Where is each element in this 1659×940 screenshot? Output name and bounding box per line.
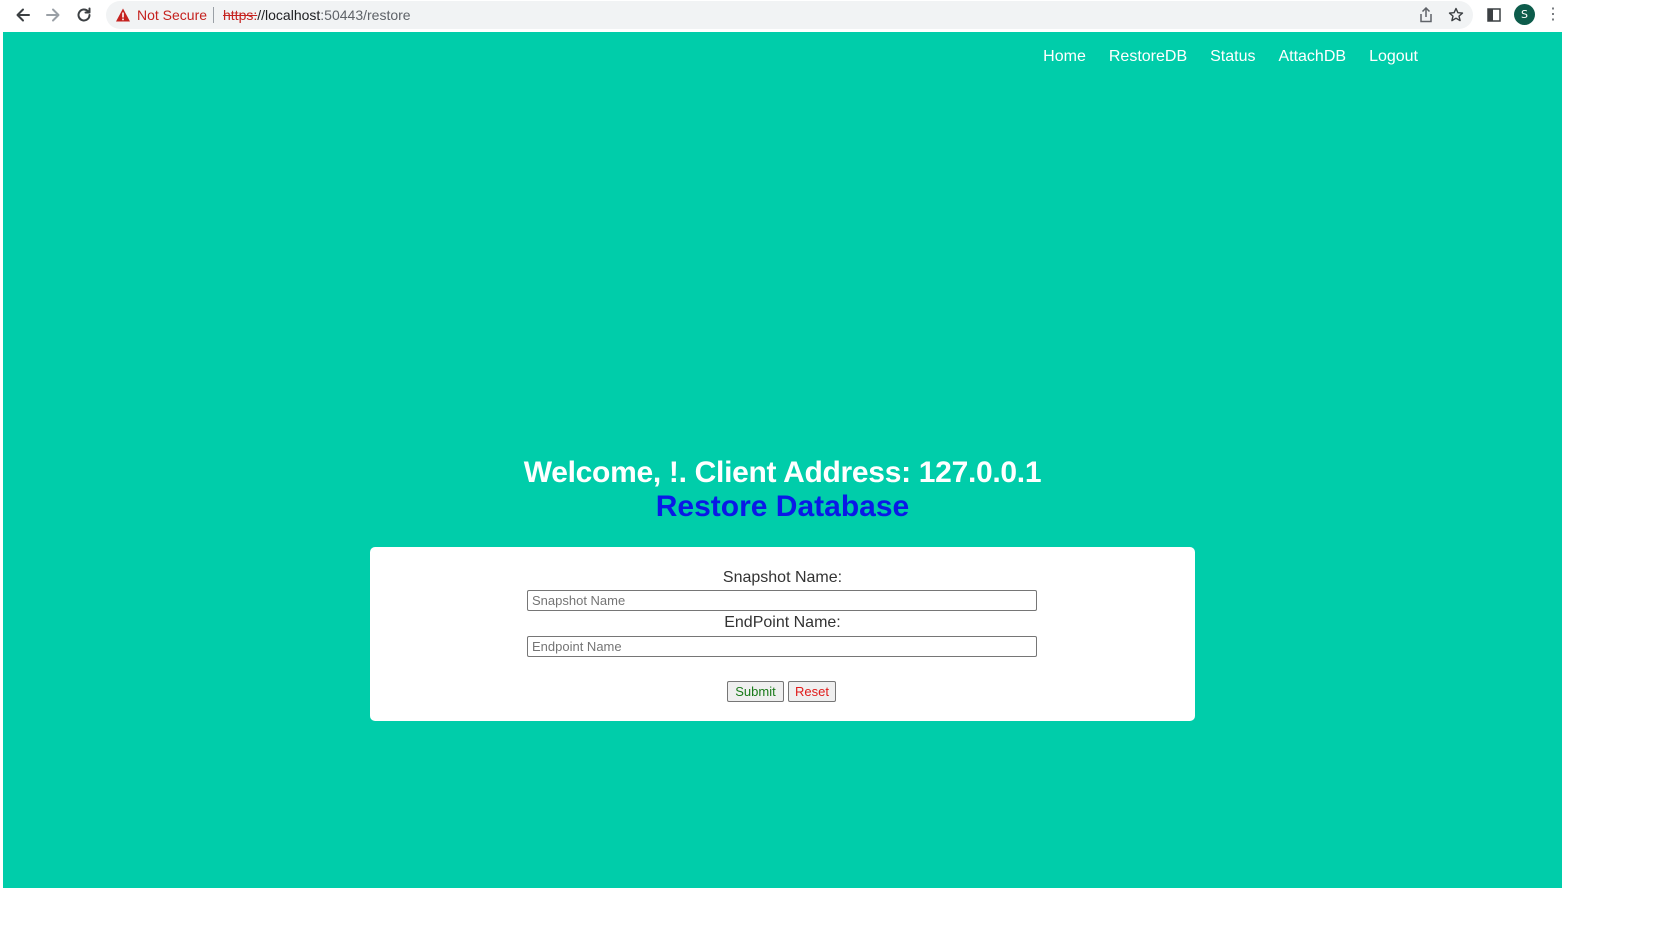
nav-link-logout[interactable]: Logout [1369,48,1418,66]
url-scheme: https: [223,7,258,23]
url-port-path: :50443/restore [320,7,411,23]
nav-link-restoredb[interactable]: RestoreDB [1109,48,1187,66]
share-icon[interactable] [1416,5,1436,25]
browser-menu-icon[interactable]: ⋮ [1544,6,1562,24]
bookmark-star-icon[interactable] [1446,5,1466,25]
site-nav: Home RestoreDB Status AttachDB Logout [1043,48,1418,66]
omnibox-divider [213,7,214,23]
nav-link-home[interactable]: Home [1043,48,1086,66]
url-text[interactable]: https://localhost:50443/restore [223,7,411,23]
restore-form: Snapshot Name: EndPoint Name: Submit Res… [370,547,1195,721]
browser-toolbar: Not Secure https://localhost:50443/resto… [0,0,1659,32]
nav-link-attachdb[interactable]: AttachDB [1278,48,1346,66]
back-arrow-icon[interactable] [12,4,34,26]
warning-icon[interactable] [115,7,131,23]
profile-avatar[interactable]: S [1514,4,1535,25]
forward-arrow-icon[interactable] [42,4,64,26]
reload-icon[interactable] [73,4,95,26]
reset-button[interactable]: Reset [788,681,836,702]
window-bottom-margin [0,888,1659,940]
security-status-label[interactable]: Not Secure [137,7,207,23]
snapshot-name-label: Snapshot Name: [722,569,843,586]
nav-link-status[interactable]: Status [1210,48,1255,66]
side-panel-icon[interactable] [1484,5,1504,25]
snapshot-name-input[interactable] [527,590,1037,611]
page-viewport: Home RestoreDB Status AttachDB Logout We… [3,32,1562,888]
window-right-margin [1562,32,1659,940]
submit-button[interactable]: Submit [727,681,784,702]
url-host: //localhost [257,7,321,23]
page-title: Restore Database [655,490,910,523]
endpoint-name-label: EndPoint Name: [724,614,841,631]
address-bar[interactable]: Not Secure https://localhost:50443/resto… [106,1,1473,29]
welcome-message: Welcome, !. Client Address: 127.0.0.1 [523,456,1042,489]
endpoint-name-input[interactable] [527,636,1037,657]
